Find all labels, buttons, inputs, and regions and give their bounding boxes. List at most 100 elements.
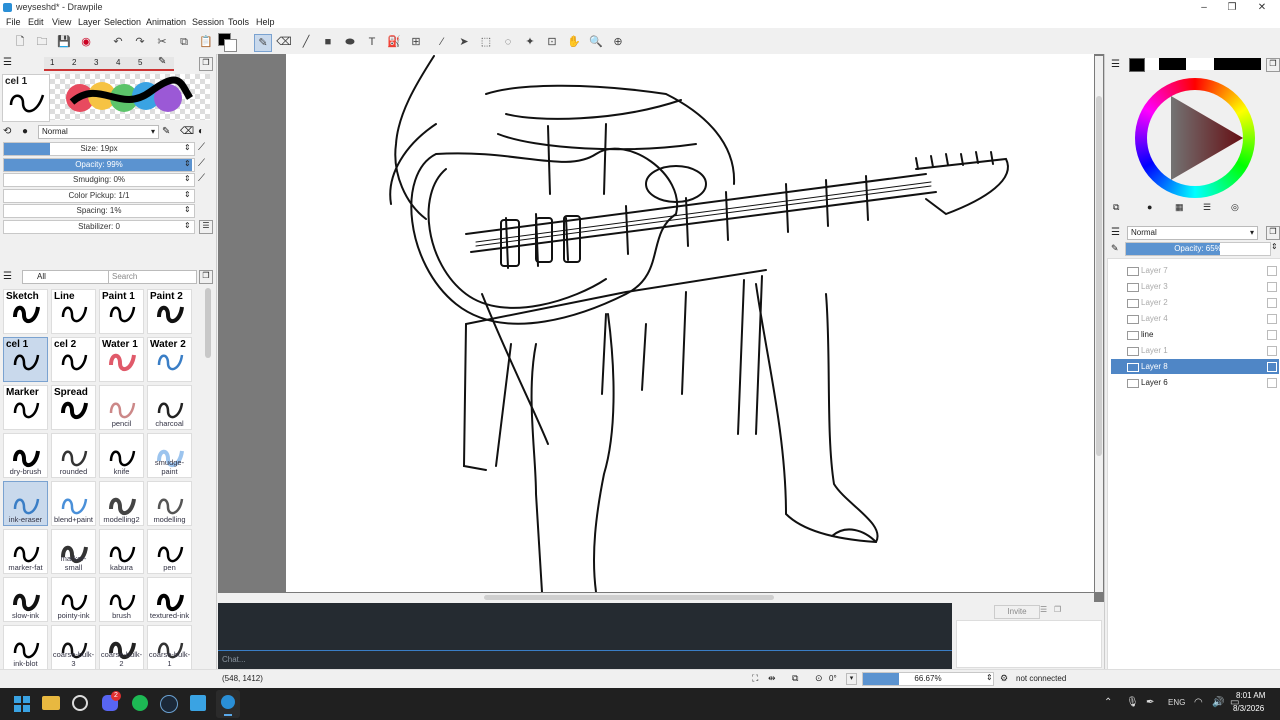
dock-float-icon[interactable]: ❐: [199, 57, 213, 71]
steam-icon[interactable]: [160, 695, 178, 713]
brush-preset[interactable]: Paint 2: [147, 289, 192, 334]
reset-brush-icon[interactable]: ⟲: [3, 126, 15, 138]
menu-animation[interactable]: Animation: [146, 17, 186, 27]
color-wheel[interactable]: [1135, 78, 1255, 198]
color-palette-tab-icon[interactable]: ▦: [1175, 202, 1184, 213]
zoom-slider[interactable]: 66.67%: [862, 672, 994, 686]
freehand-brush-icon[interactable]: ✎: [254, 34, 272, 52]
transform-icon[interactable]: ⊡: [544, 34, 560, 50]
brush-slider[interactable]: Size: 19px: [3, 142, 195, 156]
microphone-icon[interactable]: 🎙: [1126, 697, 1139, 708]
pen-tray-icon[interactable]: ✒: [1146, 697, 1154, 708]
color-circle-tab-icon[interactable]: ◎: [1231, 202, 1239, 213]
open-icon[interactable]: 🗀: [34, 34, 50, 50]
palette-swatch[interactable]: [1129, 58, 1145, 72]
brush-preset[interactable]: pointy-ink: [51, 577, 96, 622]
save-icon[interactable]: 💾: [56, 34, 72, 50]
menu-file[interactable]: File: [6, 17, 21, 27]
brush-slot-tab-2[interactable]: 2: [72, 58, 76, 67]
minimize-button[interactable]: –: [1190, 0, 1218, 15]
mirror-icon[interactable]: ⧉: [792, 673, 798, 684]
brush-grid-scrollbar[interactable]: [205, 288, 211, 358]
menu-session[interactable]: Session: [192, 17, 224, 27]
brush-slider[interactable]: Spacing: 1%: [3, 204, 195, 218]
brush-slider[interactable]: Color Pickup: 1/1: [3, 188, 195, 203]
clock-date[interactable]: 8/3/2026: [1233, 704, 1264, 713]
color-sliders-tab-icon[interactable]: ⧉: [1113, 202, 1119, 213]
layer-opacity-slider[interactable]: Opacity: 65%: [1125, 242, 1271, 256]
brush-eraser-mode-icon[interactable]: ⌫: [180, 126, 194, 137]
palette-swatch[interactable]: [1213, 58, 1261, 70]
eraser-slot-icon[interactable]: ✎: [158, 56, 166, 67]
zoom-tool-icon[interactable]: 🔍: [588, 34, 604, 50]
palette-swatch[interactable]: [1172, 58, 1187, 70]
canvas-hscroll[interactable]: [218, 593, 1094, 602]
record-icon[interactable]: ◉: [78, 34, 94, 50]
browser-icon[interactable]: [72, 695, 88, 711]
canvas-hscroll-thumb[interactable]: [484, 595, 774, 600]
copy-icon[interactable]: ⧉: [176, 34, 192, 50]
brush-preset[interactable]: modelling2: [99, 481, 144, 526]
layer-row[interactable]: Layer 1: [1111, 343, 1279, 358]
brush-slot-tab-5[interactable]: 5: [138, 58, 142, 67]
pressure-curve-icon[interactable]: ⟋: [198, 142, 205, 153]
brush-preset[interactable]: marker-fat: [3, 529, 48, 574]
brush-slider-stepper[interactable]: ⇕: [184, 190, 191, 199]
brushes-float-icon[interactable]: ❐: [199, 270, 213, 284]
brush-slot-tab-3[interactable]: 3: [94, 58, 98, 67]
brush-preset[interactable]: charcoal: [147, 385, 192, 430]
menu-view[interactable]: View: [52, 17, 71, 27]
palette-float-icon[interactable]: ❐: [1266, 58, 1280, 72]
brush-preset[interactable]: coarse-bulk-1: [147, 625, 192, 670]
brush-slider-stepper[interactable]: ⇕: [184, 221, 191, 230]
invite-button[interactable]: Invite: [994, 605, 1040, 619]
spotify-icon[interactable]: [132, 695, 148, 711]
zoom-stepper[interactable]: ⇕: [986, 673, 993, 682]
language-indicator[interactable]: ENG: [1168, 698, 1185, 707]
ellipse-tool-icon[interactable]: ⬬: [342, 34, 358, 50]
brush-preset[interactable]: cel 2: [51, 337, 96, 382]
layer-row[interactable]: Layer 8: [1111, 359, 1279, 374]
layer-row[interactable]: Layer 3: [1111, 279, 1279, 294]
brush-slot-tab-4[interactable]: 4: [116, 58, 120, 67]
layer-row[interactable]: Layer 6: [1111, 375, 1279, 390]
brush-preset[interactable]: pen: [147, 529, 192, 574]
brush-blend-mode-select[interactable]: Normal ▾: [38, 125, 159, 139]
tray-chevron-icon[interactable]: ⌃: [1104, 697, 1112, 708]
layer-visibility-checkbox[interactable]: [1267, 314, 1277, 324]
brush-preset[interactable]: Marker: [3, 385, 48, 430]
palette-swatch[interactable]: [1158, 58, 1173, 70]
brush-filter-select[interactable]: All ▾: [22, 270, 118, 284]
brush-slider-stepper[interactable]: ⇕: [184, 143, 191, 152]
layers-menu-icon[interactable]: ☰: [1111, 227, 1120, 238]
user-list-float-icon[interactable]: ❐: [1054, 605, 1066, 617]
brush-preset[interactable]: rounded: [51, 433, 96, 478]
fill-tool-icon[interactable]: ⛽: [386, 34, 402, 50]
wifi-icon[interactable]: ◠: [1194, 697, 1203, 708]
brush-preset[interactable]: brush: [99, 577, 144, 622]
menu-edit[interactable]: Edit: [28, 17, 44, 27]
pressure-curve-icon[interactable]: ⟋: [198, 173, 205, 184]
layer-visibility-checkbox[interactable]: [1267, 330, 1277, 340]
brush-preset[interactable]: modelling: [147, 481, 192, 526]
menu-selection[interactable]: Selection: [104, 17, 141, 27]
pan-tool-icon[interactable]: ✋: [566, 34, 582, 50]
line-tool-icon[interactable]: ╱: [298, 34, 314, 50]
brush-preset[interactable]: Water 2: [147, 337, 192, 382]
canvas-paper[interactable]: [286, 54, 1094, 593]
brush-preset[interactable]: coarse-bulk-2: [99, 625, 144, 670]
drawpile-taskbar-button[interactable]: [216, 690, 240, 718]
brush-preset[interactable]: ink-eraser: [3, 481, 48, 526]
rect-select-icon[interactable]: ⬚: [478, 34, 494, 50]
color-picker-icon[interactable]: ⁄: [434, 34, 450, 50]
color-triangle[interactable]: [1147, 90, 1243, 186]
brush-preset[interactable]: smudge-paint: [147, 433, 192, 478]
layer-visibility-checkbox[interactable]: [1267, 282, 1277, 292]
brushes-menu-icon[interactable]: ☰: [3, 271, 12, 282]
brush-preset[interactable]: knife: [99, 433, 144, 478]
layer-visibility-checkbox[interactable]: [1267, 266, 1277, 276]
brush-slider[interactable]: Opacity: 99%: [3, 157, 195, 172]
user-list-options-icon[interactable]: ☰: [1040, 605, 1052, 617]
brush-preset[interactable]: Paint 1: [99, 289, 144, 334]
brush-type-icon[interactable]: ●: [22, 126, 34, 138]
